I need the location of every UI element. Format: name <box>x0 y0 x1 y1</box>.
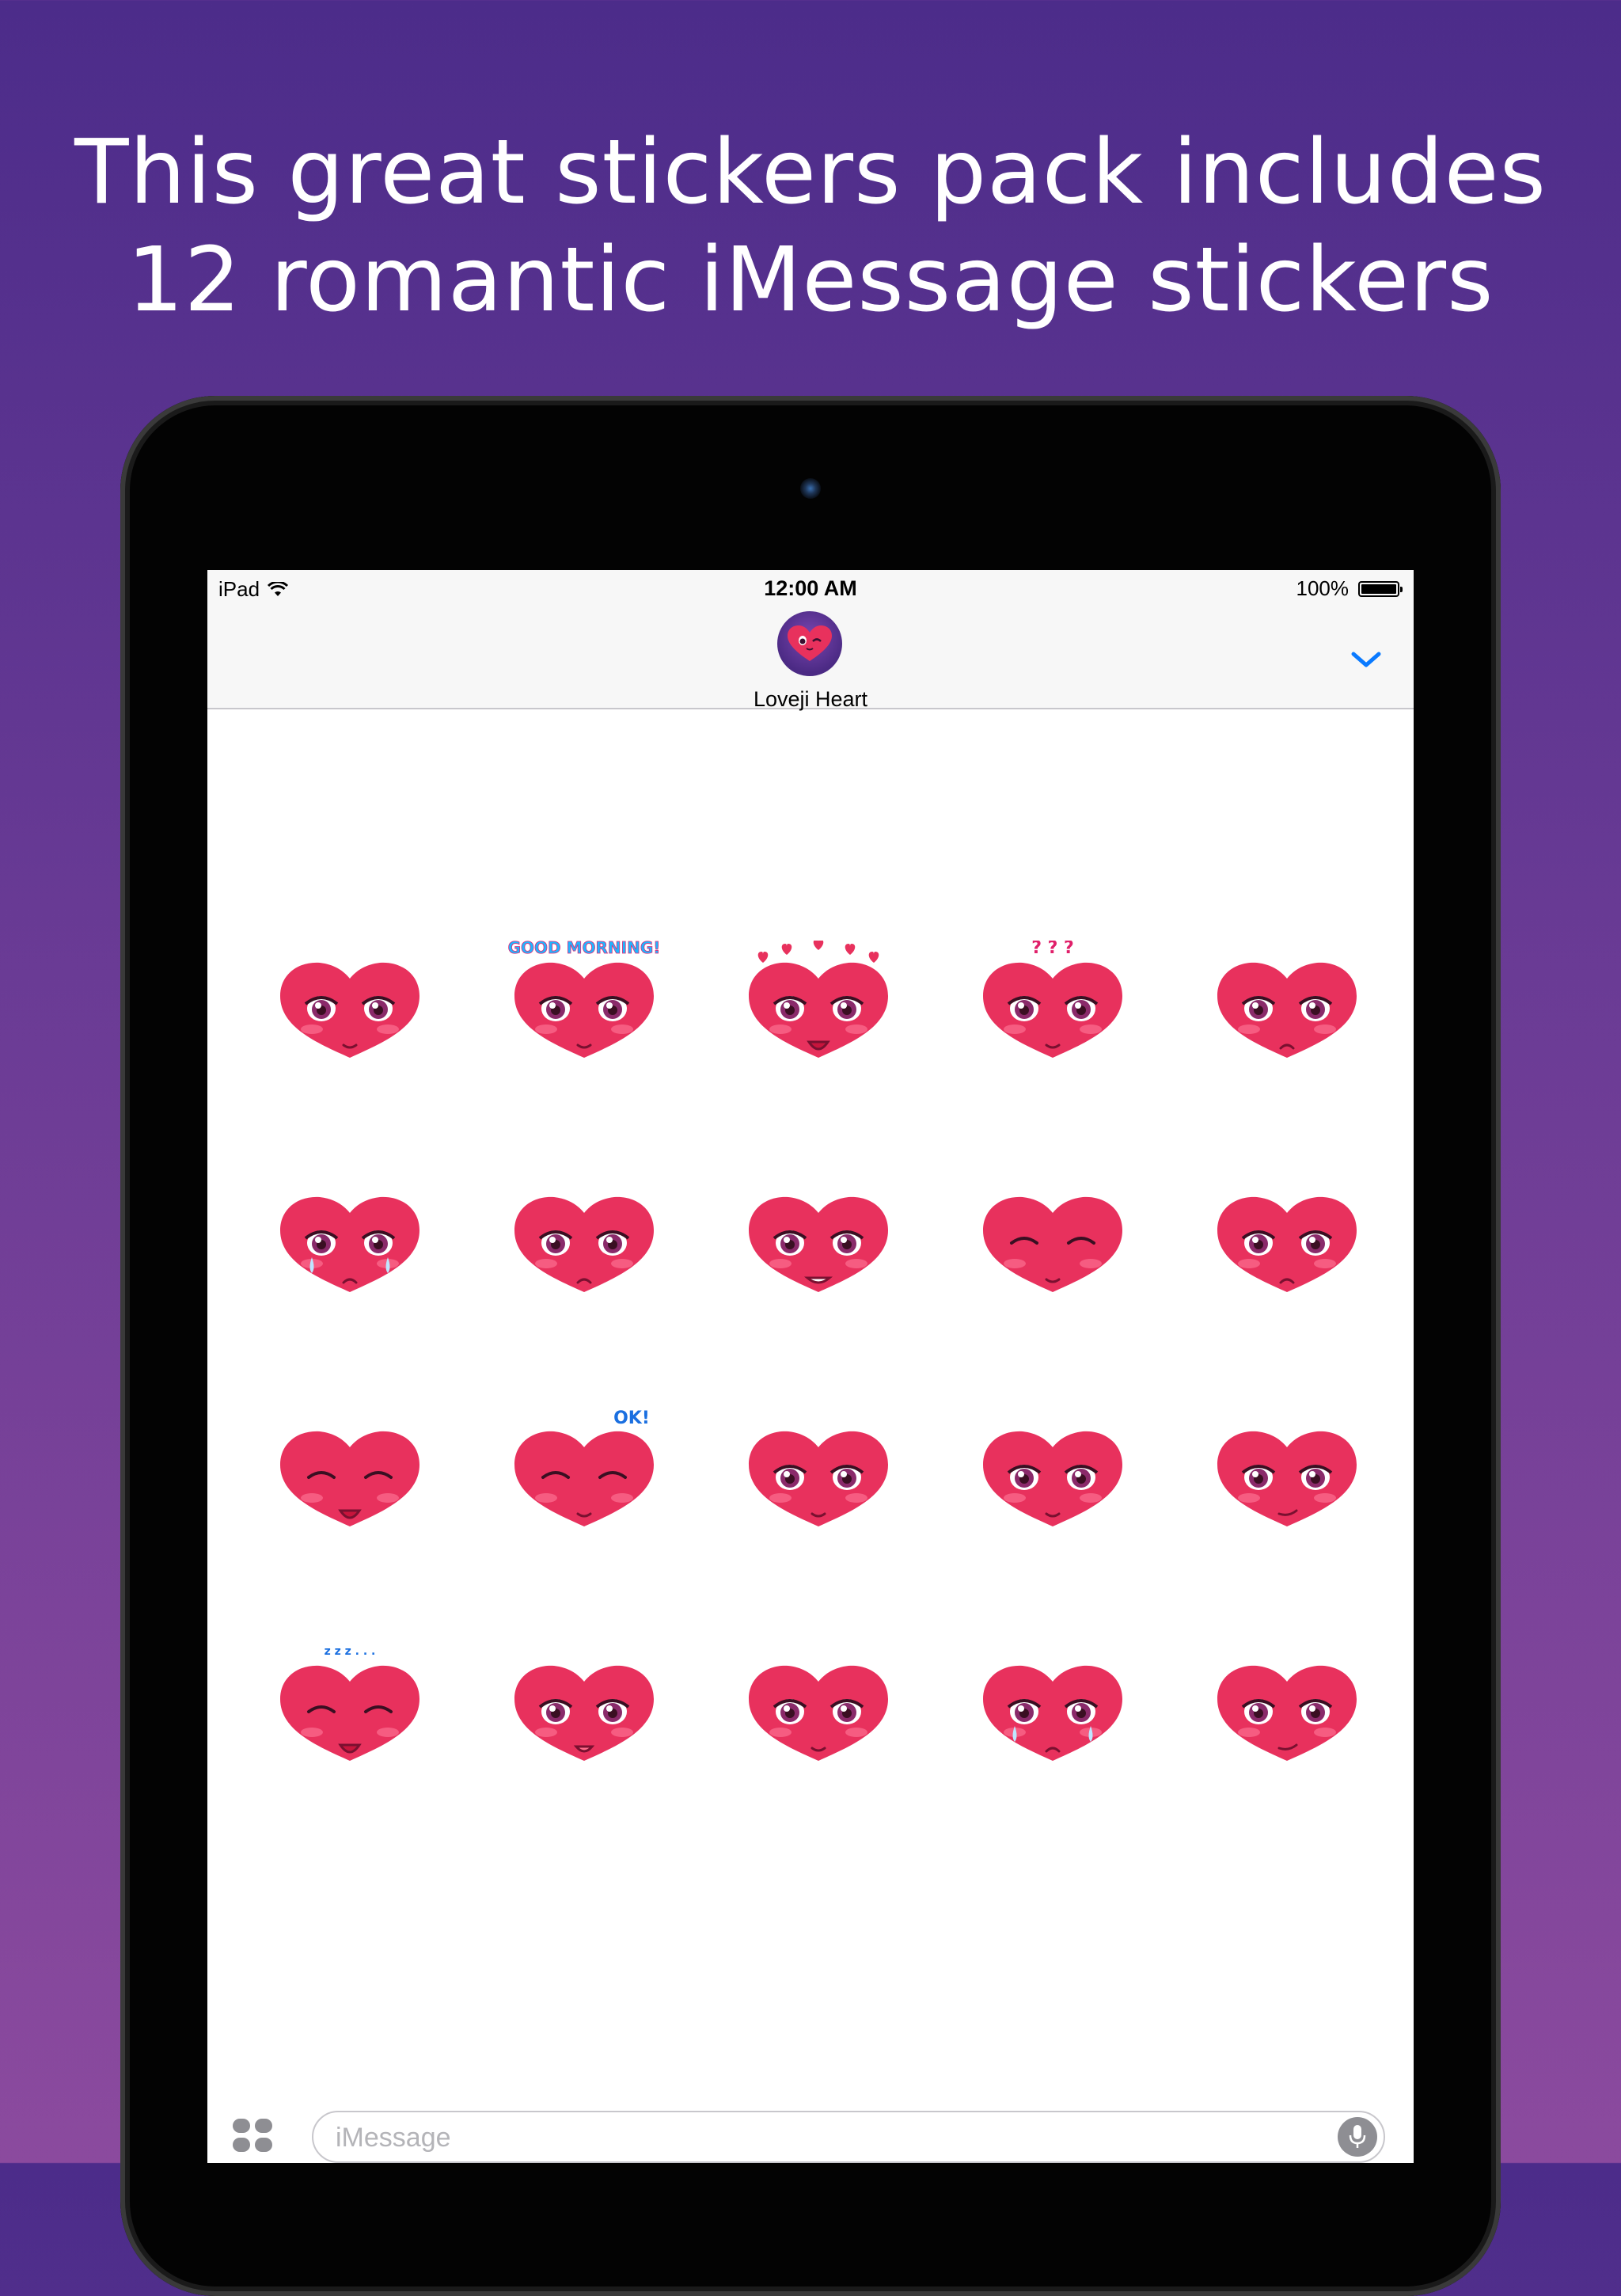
heart-tongue-sticker <box>514 1665 654 1761</box>
battery-percent: 100% <box>1296 576 1350 600</box>
headline: This great stickers pack includes 12 rom… <box>0 119 1621 334</box>
heart-sleepy-sticker: z z z . . . <box>280 1645 419 1761</box>
heart-grin-sticker <box>749 1196 888 1292</box>
heart-crying-sticker <box>280 1196 419 1292</box>
heart-shy-hands-sticker <box>983 1196 1122 1292</box>
sticker-caption: OK! <box>613 1409 650 1428</box>
heart-good-morning-sticker: GOOD MORNING! <box>507 941 661 1058</box>
sticker-caption: z z z . . . <box>325 1645 376 1658</box>
sticker-cell[interactable] <box>936 1590 1170 1824</box>
ipad-screen: iPad 12:00 AM 100% Loveji Heart GOOD MOR… <box>207 570 1414 2163</box>
headline-line-2: 12 romantic iMessage stickers <box>127 229 1494 332</box>
sticker-cell[interactable] <box>701 1355 936 1590</box>
heart-teary-sticker <box>983 1665 1122 1761</box>
status-right: 100% <box>1296 576 1403 601</box>
status-time: 12:00 AM <box>764 576 857 600</box>
heart-pout-sticker <box>1217 1196 1357 1292</box>
sticker-cell[interactable] <box>233 887 467 1121</box>
sticker-cell[interactable] <box>936 1121 1170 1355</box>
sticker-cell[interactable] <box>701 887 936 1121</box>
sticker-caption: GOOD MORNING! <box>508 941 661 957</box>
message-input-bar <box>207 2098 1414 2163</box>
heart-praying-sticker <box>983 1431 1122 1526</box>
headline-line-1: This great stickers pack includes <box>74 121 1547 224</box>
app-name: Loveji Heart <box>753 687 868 711</box>
sticker-cell[interactable] <box>467 1590 701 1824</box>
message-field <box>312 2111 1385 2163</box>
microphone-icon[interactable] <box>1338 2117 1377 2157</box>
sticker-cell[interactable]: z z z . . . <box>233 1590 467 1824</box>
heart-ok-sticker: OK! <box>514 1409 654 1526</box>
sticker-cell[interactable] <box>233 1355 467 1590</box>
heart-smirk-sticker <box>1217 1665 1357 1761</box>
app-drawer-icon[interactable] <box>233 2119 274 2152</box>
heart-stare-sticker <box>749 1431 888 1526</box>
sticker-cell[interactable]: OK! <box>467 1355 701 1590</box>
sticker-cell[interactable] <box>1170 1355 1404 1590</box>
sticker-cell[interactable] <box>701 1590 936 1824</box>
chevron-down-icon[interactable] <box>1349 648 1384 671</box>
heart-headpat-sticker <box>749 1665 888 1761</box>
sticker-cell[interactable] <box>701 1121 936 1355</box>
app-icon <box>777 611 842 676</box>
heart-confused-sticker: ? ? ? <box>983 941 1122 1058</box>
heart-logo-icon <box>788 625 832 661</box>
heart-laughing-sticker <box>280 1431 419 1526</box>
front-camera <box>800 478 821 499</box>
heart-sad-sticker <box>514 1196 654 1292</box>
heart-smile-sticker <box>280 962 419 1058</box>
sticker-cell[interactable] <box>1170 1121 1404 1355</box>
status-bar: iPad 12:00 AM 100% <box>207 570 1414 602</box>
message-input[interactable] <box>334 2120 1287 2155</box>
sticker-caption: ? ? ? <box>1031 941 1074 958</box>
sticker-cell[interactable] <box>1170 1590 1404 1824</box>
heart-in-love-sticker <box>749 941 888 1058</box>
heart-suspicious-sticker <box>1217 1431 1357 1526</box>
navigation-bar: Loveji Heart <box>207 602 1414 711</box>
heart-worried-sticker <box>1217 962 1357 1058</box>
sticker-cell[interactable] <box>233 1121 467 1355</box>
sticker-cell[interactable] <box>1170 887 1404 1121</box>
sticker-cell[interactable]: ? ? ? <box>936 887 1170 1121</box>
sticker-cell[interactable] <box>467 1121 701 1355</box>
sticker-cell[interactable] <box>936 1355 1170 1590</box>
sticker-cell[interactable]: GOOD MORNING! <box>467 887 701 1121</box>
battery-icon <box>1358 580 1403 597</box>
sticker-grid: GOOD MORNING! ? ? ? OK! z z z . . . <box>233 887 1404 1824</box>
